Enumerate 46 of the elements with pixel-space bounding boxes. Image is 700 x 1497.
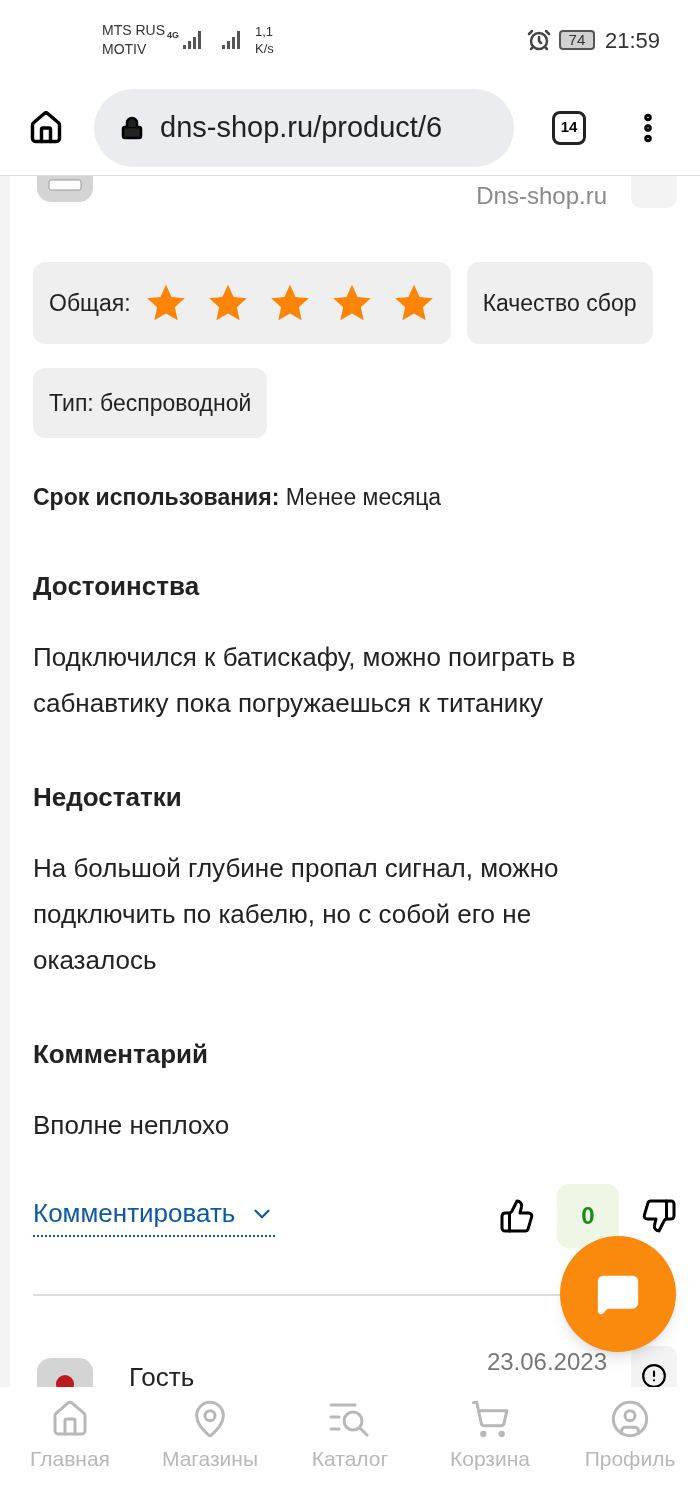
nav-tab[interactable]: Главная [0,1399,140,1497]
review-date: 23.06.2023 [486,1346,607,1377]
rating-label: Качество сбор [482,288,637,318]
section-text: Подключился к батискафу, можно поиграть в сабнавтику пока погружаешься к титанику [33,640,577,720]
star-icon [206,283,249,323]
home-icon[interactable] [28,109,64,146]
section-text: Вполне неплохо [33,1108,231,1142]
section-title: Недостатки [33,780,183,814]
star-icon [330,283,373,323]
star-icon [392,283,435,323]
comment-link[interactable]: Комментировать [33,1194,276,1237]
signal-icon [219,29,243,51]
speed-unit: K/s [255,40,274,57]
battery-indicator: 74 [558,30,595,50]
star-icon [268,283,311,323]
thumbs-up-icon[interactable] [499,1197,535,1234]
speed-value: 1,1 [255,23,274,40]
nav-tab[interactable]: Каталог [280,1399,420,1497]
nav-tab[interactable]: Магазины [140,1399,280,1497]
report-button[interactable] [631,1345,677,1387]
signal-icon [181,29,203,51]
network-type: 4G [167,29,179,43]
carrier-name: MTS RUS [102,21,165,40]
review-source: Dns-shop.ru [476,181,607,211]
cart-icon [470,1399,510,1439]
rating-label: Общая: [49,288,131,318]
star-icon [144,283,187,323]
lock-icon [120,115,144,140]
tab-count-button[interactable]: 14 [552,110,586,145]
nav-tab[interactable]: Корзина [420,1399,560,1497]
alarm-icon [526,28,551,52]
url-text: dns-shop.ru/product/6 [160,109,443,145]
vote-count: 0 [557,1183,619,1248]
address-bar[interactable]: dns-shop.ru/product/6 [94,88,514,167]
section-text: На большой глубине пропал сигнал, можно подключить по кабелю, но с собой его не оказалось [33,851,560,977]
carrier-name: MOTIV [102,40,148,59]
profile-icon [610,1399,650,1439]
thumbs-down-icon[interactable] [641,1197,677,1234]
nav-tab[interactable]: Профиль [560,1399,700,1497]
usage-period: Срок использования: Менее месяца [33,483,443,512]
section-title: Комментарий [33,1037,210,1071]
author-name: Гость [129,1360,195,1387]
section-title: Достоинства [33,569,201,603]
feature-tag: Тип: беспроводной [33,368,268,438]
clock-time: 21:59 [604,26,660,55]
alert-icon [641,1362,667,1387]
